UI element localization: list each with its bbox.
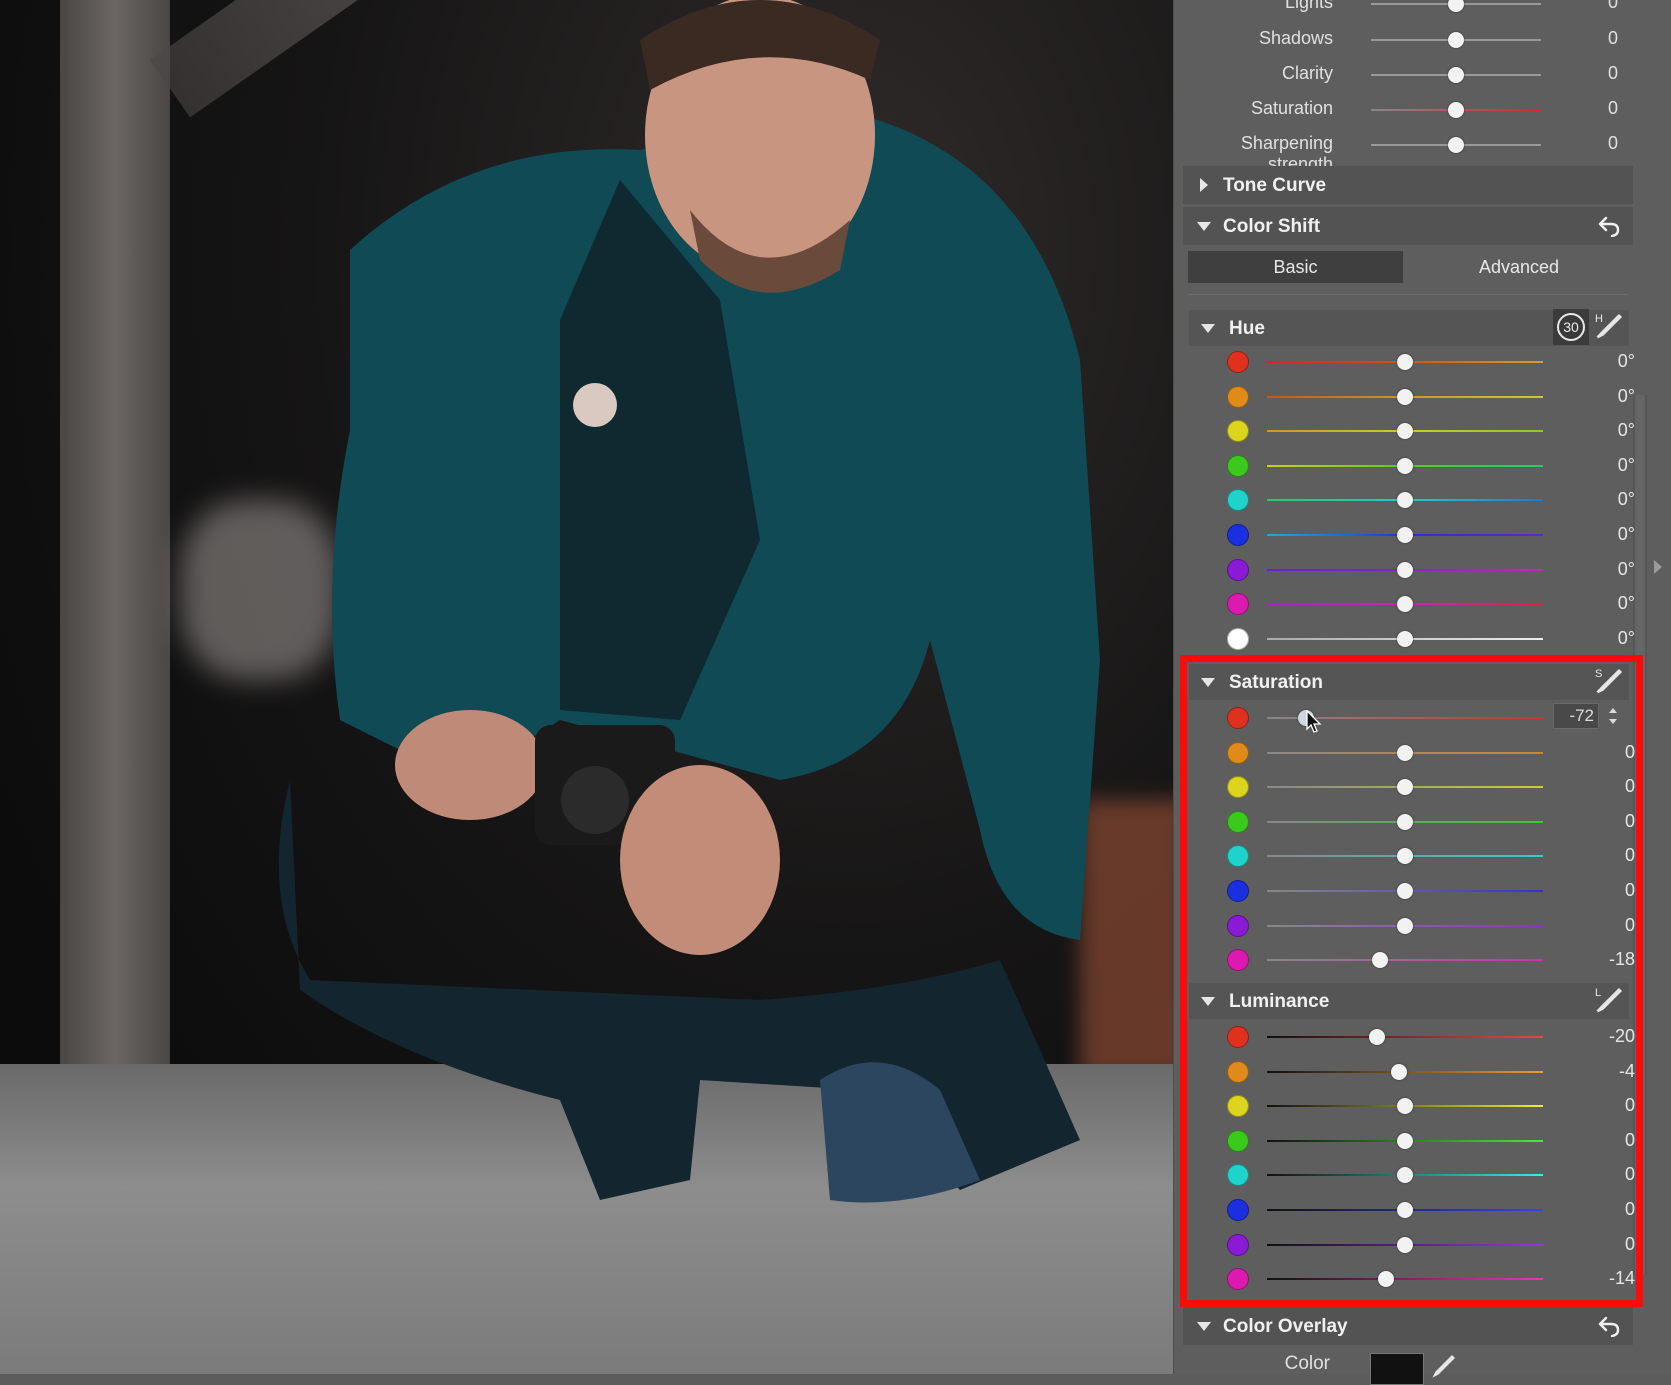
hue-color-row[interactable]: 0° — [1189, 483, 1635, 517]
hue-slider-knob[interactable] — [1397, 561, 1413, 578]
section-title: Color Shift — [1223, 216, 1321, 237]
adjustment-slider-knob[interactable] — [1448, 32, 1464, 48]
hue-color-row[interactable]: 0° — [1189, 553, 1635, 587]
color-overlay-swatch[interactable] — [1370, 1353, 1424, 1385]
hue-value: 0° — [1617, 524, 1635, 544]
adjustment-value: 0 — [1607, 98, 1618, 118]
section-color-overlay[interactable]: Color Overlay — [1183, 1307, 1633, 1345]
adjustment-value: 0 — [1607, 133, 1618, 153]
adjustment-label: Saturation — [1250, 98, 1333, 118]
adjustment-slider-knob[interactable] — [1448, 137, 1464, 153]
color-swatch-icon — [1227, 454, 1249, 477]
hue-color-row[interactable]: 0° — [1189, 518, 1635, 552]
hue-value: 0° — [1617, 489, 1635, 510]
section-color-shift[interactable]: Color Shift — [1183, 207, 1633, 245]
adjustment-value: 0 — [1607, 63, 1618, 83]
hue-value: 0° — [1617, 385, 1635, 406]
tab-advanced[interactable]: Advanced — [1410, 251, 1628, 283]
color-swatch-icon — [1227, 524, 1249, 546]
section-title: Tone Curve — [1223, 175, 1327, 196]
collapse-icon — [1201, 324, 1215, 333]
subsection-title: Hue — [1229, 318, 1265, 339]
undo-icon[interactable] — [1597, 215, 1621, 237]
color-swatch-icon — [1227, 385, 1249, 408]
adjustment-label: Lights — [1284, 0, 1333, 12]
adjustment-slider-knob[interactable] — [1448, 67, 1464, 83]
adjustment-label: Clarity — [1281, 63, 1333, 83]
hue-color-row[interactable]: 0° — [1189, 449, 1635, 483]
hue-value: 0° — [1617, 454, 1635, 475]
hue-value: 0° — [1617, 558, 1635, 579]
hue-range-badge: 30 — [1557, 313, 1585, 341]
photo-subject — [278, 0, 1100, 1203]
hue-slider-knob[interactable] — [1397, 596, 1413, 613]
hue-slider-knob[interactable] — [1397, 388, 1413, 405]
divider — [1188, 294, 1628, 295]
eyedropper-icon[interactable] — [1430, 1353, 1456, 1379]
tab-basic[interactable]: Basic — [1188, 251, 1403, 283]
hue-color-row[interactable]: 0° — [1189, 622, 1635, 656]
adjustment-row[interactable]: Clarity 0 — [1173, 57, 1633, 91]
color-swatch-icon — [1227, 593, 1249, 616]
hue-slider-knob[interactable] — [1397, 457, 1413, 474]
hue-color-row[interactable]: 0° — [1189, 414, 1635, 448]
adjustment-row[interactable]: Saturation 0 — [1173, 92, 1633, 126]
photo-canvas[interactable] — [0, 0, 1173, 1374]
color-swatch-icon — [1227, 558, 1249, 581]
color-swatch-icon — [1227, 489, 1249, 512]
adjustment-slider-knob[interactable] — [1448, 102, 1464, 118]
color-swatch-icon — [1227, 420, 1249, 443]
expand-icon — [1200, 178, 1208, 192]
section-tone-curve[interactable]: Tone Curve — [1183, 166, 1633, 204]
hue-eyedropper-icon[interactable]: H — [1593, 311, 1623, 341]
adjustment-row[interactable]: Shadows 0 — [1173, 22, 1633, 56]
adjustment-row[interactable]: Lights 0 — [1173, 0, 1633, 20]
adjustment-value: 0 — [1607, 28, 1618, 48]
hue-color-row[interactable]: 0° — [1189, 380, 1635, 414]
collapse-icon — [1197, 1322, 1211, 1331]
adjustment-row[interactable]: Sharpening strength 0 — [1173, 127, 1633, 174]
color-swatch-icon — [1227, 627, 1249, 650]
annotation-highlight-box — [1180, 655, 1643, 1307]
hue-color-row[interactable]: 0° — [1189, 345, 1635, 379]
hue-slider-knob[interactable] — [1397, 527, 1413, 543]
hue-value: 0° — [1617, 420, 1635, 441]
color-overlay-color-label: Color — [1284, 1353, 1330, 1374]
hue-value: 0° — [1617, 351, 1635, 371]
color-shift-tabs: Basic Advanced — [1188, 251, 1628, 283]
panel-collapse-arrow[interactable] — [1654, 560, 1662, 574]
undo-icon[interactable] — [1597, 1315, 1621, 1337]
hue-slider-knob[interactable] — [1397, 423, 1413, 440]
hue-value: 0° — [1617, 627, 1635, 648]
adjustment-value: 0 — [1607, 0, 1618, 12]
adjustment-slider-knob[interactable] — [1448, 0, 1464, 12]
collapse-icon — [1197, 222, 1211, 231]
hue-color-row[interactable]: 0° — [1189, 587, 1635, 621]
hue-slider-knob[interactable] — [1397, 354, 1413, 370]
hue-slider-knob[interactable] — [1397, 492, 1413, 509]
color-swatch-icon — [1227, 351, 1249, 373]
section-title: Color Overlay — [1223, 1316, 1348, 1337]
adjustment-label: Shadows — [1258, 28, 1333, 48]
hue-slider-knob[interactable] — [1397, 630, 1413, 647]
picker-letter: H — [1595, 313, 1603, 325]
hue-value: 0° — [1617, 593, 1635, 614]
